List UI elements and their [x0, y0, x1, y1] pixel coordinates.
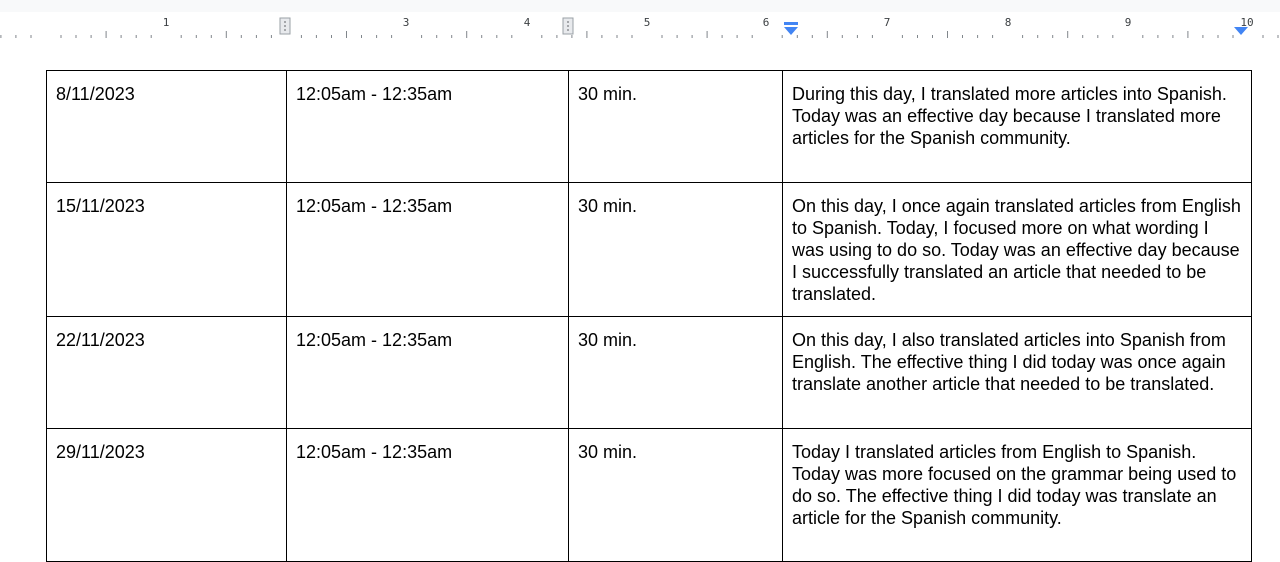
time-text: 12:05am - 12:35am: [296, 442, 453, 462]
notes-text: During this day, I translated more artic…: [792, 84, 1227, 148]
date-cell[interactable]: 8/11/2023: [46, 70, 287, 183]
table-row: 15/11/2023 12:05am - 12:35am 30 min. On …: [46, 182, 1252, 317]
toolbar-edge: [0, 0, 1280, 12]
duration-cell[interactable]: 30 min.: [568, 182, 783, 317]
date-text: 15/11/2023: [56, 196, 145, 216]
horizontal-ruler[interactable]: 1 3 4 5 6 7 8 9 10: [0, 12, 1280, 38]
date-text: 22/11/2023: [56, 330, 145, 350]
table-row: 22/11/2023 12:05am - 12:35am 30 min. On …: [46, 316, 1252, 429]
duration-cell[interactable]: 30 min.: [568, 70, 783, 183]
date-text: 29/11/2023: [56, 442, 145, 462]
notes-text: On this day, I also translated articles …: [792, 330, 1226, 394]
right-indent-marker-icon[interactable]: [1234, 27, 1248, 35]
notes-cell[interactable]: On this day, I once again translated art…: [782, 182, 1252, 317]
time-cell[interactable]: 12:05am - 12:35am: [286, 316, 569, 429]
notes-cell[interactable]: Today I translated articles from English…: [782, 428, 1252, 562]
time-text: 12:05am - 12:35am: [296, 330, 453, 350]
time-text: 12:05am - 12:35am: [296, 196, 453, 216]
date-text: 8/11/2023: [56, 84, 135, 104]
duration-text: 30 min.: [578, 196, 638, 216]
time-cell[interactable]: 12:05am - 12:35am: [286, 182, 569, 317]
notes-text: On this day, I once again translated art…: [792, 196, 1241, 304]
date-cell[interactable]: 15/11/2023: [46, 182, 287, 317]
time-cell[interactable]: 12:05am - 12:35am: [286, 70, 569, 183]
left-indent-marker-icon[interactable]: [784, 22, 798, 35]
duration-text: 30 min.: [578, 84, 638, 104]
date-cell[interactable]: 22/11/2023: [46, 316, 287, 429]
date-cell[interactable]: 29/11/2023: [46, 428, 287, 562]
ruler-markers: [279, 17, 1248, 35]
time-text: 12:05am - 12:35am: [296, 84, 453, 104]
duration-cell[interactable]: 30 min.: [568, 316, 783, 429]
table-row: 29/11/2023 12:05am - 12:35am 30 min. Tod…: [46, 428, 1252, 562]
notes-cell[interactable]: On this day, I also translated articles …: [782, 316, 1252, 429]
notes-cell[interactable]: During this day, I translated more artic…: [782, 70, 1252, 183]
column-separator-handle[interactable]: [562, 17, 574, 35]
activity-log-table: 8/11/2023 12:05am - 12:35am 30 min. Duri…: [46, 70, 1252, 562]
duration-text: 30 min.: [578, 330, 638, 350]
column-separator-handle[interactable]: [279, 17, 291, 35]
duration-text: 30 min.: [578, 442, 638, 462]
notes-text: Today I translated articles from English…: [792, 442, 1237, 528]
duration-cell[interactable]: 30 min.: [568, 428, 783, 562]
time-cell[interactable]: 12:05am - 12:35am: [286, 428, 569, 562]
table-row: 8/11/2023 12:05am - 12:35am 30 min. Duri…: [46, 70, 1252, 183]
document-page: 8/11/2023 12:05am - 12:35am 30 min. Duri…: [46, 70, 1252, 562]
